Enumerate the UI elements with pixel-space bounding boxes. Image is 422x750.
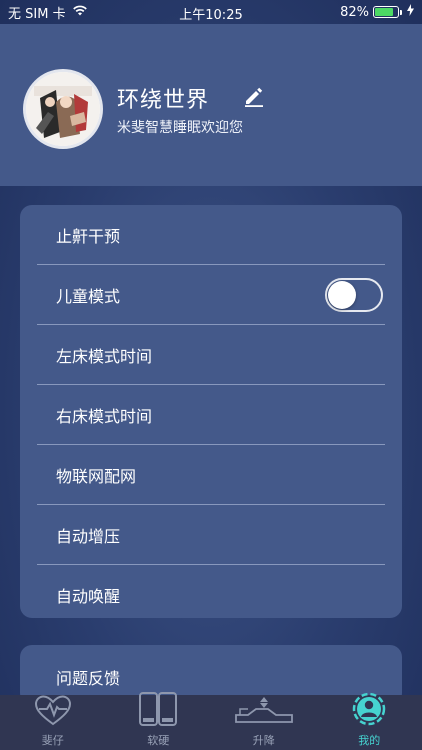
menu-item-auto-pressurize[interactable]: 自动增压 [37,505,385,565]
menu-item-snore-intervention[interactable]: 止鼾干预 [37,205,385,265]
status-bar: 无 SIM 卡 上午10:25 82% [0,0,422,24]
menu-item-label: 自动增压 [56,526,121,546]
menu-item-right-bed-time[interactable]: 右床模式时间 [37,385,385,445]
battery-icon [373,6,402,18]
menu-item-label: 自动唤醒 [56,587,121,606]
welcome-text: 米斐智慧睡眠欢迎您 [117,120,243,136]
tab-label: 我的 [358,734,381,747]
menu-item-auto-wake[interactable]: 自动唤醒 [37,565,385,625]
status-left: 无 SIM 卡 [8,3,88,22]
menu-item-label: 右床模式时间 [56,406,153,426]
menu-item-label: 问题反馈 [56,669,121,688]
avatar-image[interactable] [26,72,100,146]
username: 环绕世界 [117,88,210,113]
wifi-icon [72,4,88,20]
tab-bar: 斐仔 软硬 升降 我的 [0,692,422,750]
tab-firmness[interactable]: 软硬 [106,692,212,750]
battery-fill [375,8,394,16]
profile-header: 环绕世界 米斐智慧睡眠欢迎您 [0,24,422,186]
menu-item-label: 左床模式时间 [56,346,153,366]
adjustable-bed-icon [234,695,294,732]
menu-item-label: 儿童模式 [56,286,121,306]
user-icon [351,691,387,732]
tab-feizai[interactable]: 斐仔 [0,695,106,750]
tab-label: 斐仔 [41,734,64,747]
toggle-knob [328,280,356,309]
heart-pulse-icon [34,695,72,732]
menu-item-child-mode: 儿童模式 [37,265,385,325]
menu-item-label: 物联网配网 [56,466,137,486]
carrier-text: 无 SIM 卡 [8,6,66,22]
tab-mine[interactable]: 我的 [317,692,422,750]
tab-label: 升降 [252,734,275,747]
child-mode-toggle[interactable] [325,277,383,312]
tab-lift[interactable]: 升降 [211,695,317,750]
settings-card: 止鼾干预 儿童模式 左床模式时间 右床模式时间 物联网配网 自动增压 自动唤醒 [20,205,402,618]
menu-item-left-bed-time[interactable]: 左床模式时间 [37,325,385,385]
tab-label: 软硬 [147,734,170,747]
battery-percent: 82% [340,4,369,20]
menu-item-label: 止鼾干预 [56,226,121,246]
bolt-icon [407,4,414,20]
bed-halves-icon [138,691,178,732]
menu-item-iot-network[interactable]: 物联网配网 [37,445,385,505]
status-right: 82% [340,4,414,20]
pencil-icon[interactable] [242,84,266,108]
